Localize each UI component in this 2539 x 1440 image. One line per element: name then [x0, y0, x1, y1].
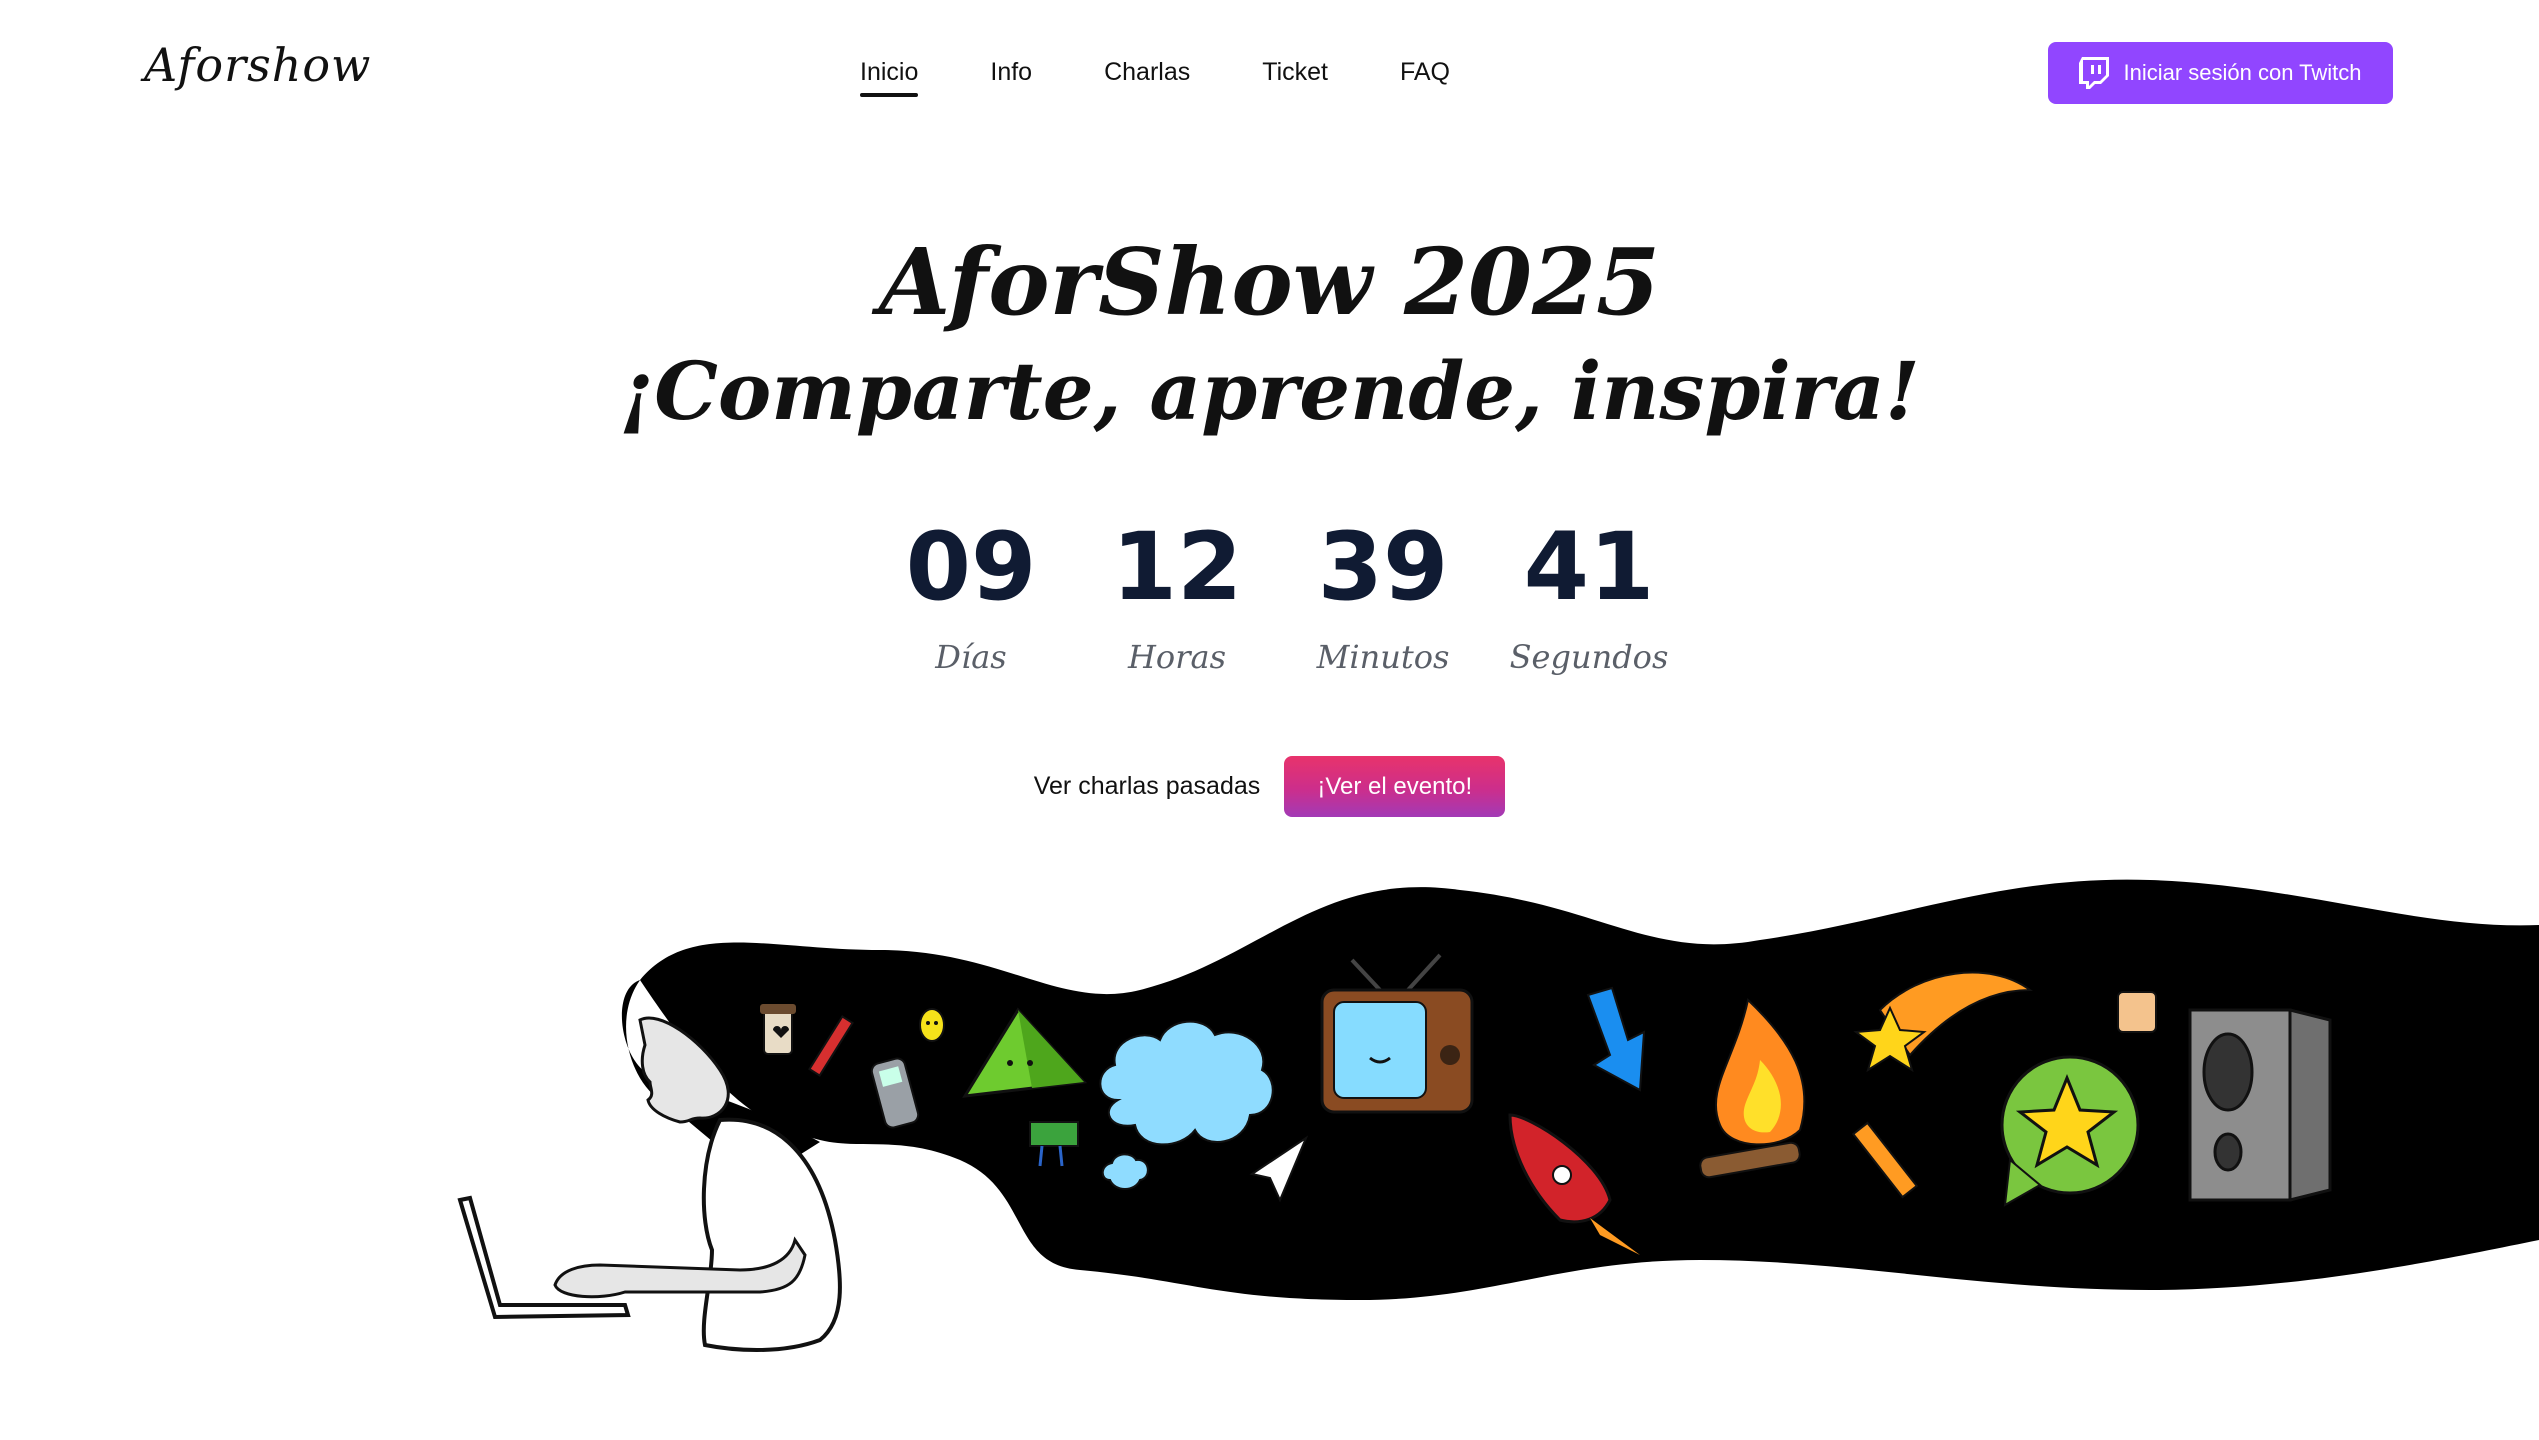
- nav-item-ticket[interactable]: Ticket: [1262, 52, 1328, 101]
- hero-actions: Ver charlas pasadas ¡Ver el evento!: [0, 756, 2539, 817]
- countdown-minutes-value: 39: [1317, 513, 1449, 622]
- countdown-days: 09 Días: [868, 512, 1074, 676]
- countdown-seconds-value: 41: [1523, 513, 1655, 622]
- countdown-hours-label: Horas: [1128, 638, 1226, 676]
- tea-bag-icon: [2117, 991, 2157, 1033]
- site-logo[interactable]: Aforshow: [144, 38, 371, 92]
- countdown-minutes: 39 Minutos: [1280, 512, 1486, 676]
- countdown-days-label: Días: [935, 638, 1007, 676]
- nav-item-charlas[interactable]: Charlas: [1104, 52, 1190, 101]
- countdown-minutes-label: Minutos: [1316, 638, 1450, 676]
- nav-item-faq[interactable]: FAQ: [1400, 52, 1450, 101]
- watch-event-button[interactable]: ¡Ver el evento!: [1284, 756, 1506, 817]
- past-talks-link[interactable]: Ver charlas pasadas: [1034, 772, 1261, 801]
- laptop-icon: [457, 1195, 631, 1320]
- twitch-icon: [2079, 57, 2110, 89]
- nav-item-info[interactable]: Info: [990, 52, 1032, 101]
- hero-illustration: [457, 879, 2539, 1352]
- main-nav: Inicio Info Charlas Ticket FAQ: [860, 52, 1522, 101]
- twitch-login-button[interactable]: Iniciar sesión con Twitch: [2048, 42, 2393, 104]
- hero-subtitle: ¡Comparte, aprende, inspira!: [619, 344, 1920, 438]
- yellow-creature-icon: [919, 1008, 945, 1042]
- site-header: Aforshow Inicio Info Charlas Ticket FAQ …: [0, 0, 2539, 145]
- countdown-hours-value: 12: [1111, 513, 1243, 622]
- speaker-icon: [2188, 1008, 2332, 1202]
- coffee-cup-icon: [760, 1004, 796, 1055]
- countdown: 09 Días 12 Horas 39 Minutos 41 Segundos: [868, 512, 1692, 676]
- person-body: [701, 1117, 842, 1352]
- twitch-login-label: Iniciar sesión con Twitch: [2123, 60, 2362, 85]
- hero-title: AforShow 2025: [878, 228, 1661, 336]
- countdown-seconds: 41 Segundos: [1486, 512, 1692, 676]
- countdown-hours: 12 Horas: [1074, 512, 1280, 676]
- countdown-seconds-label: Segundos: [1509, 638, 1669, 676]
- nav-item-inicio[interactable]: Inicio: [860, 52, 919, 101]
- countdown-days-value: 09: [905, 513, 1037, 622]
